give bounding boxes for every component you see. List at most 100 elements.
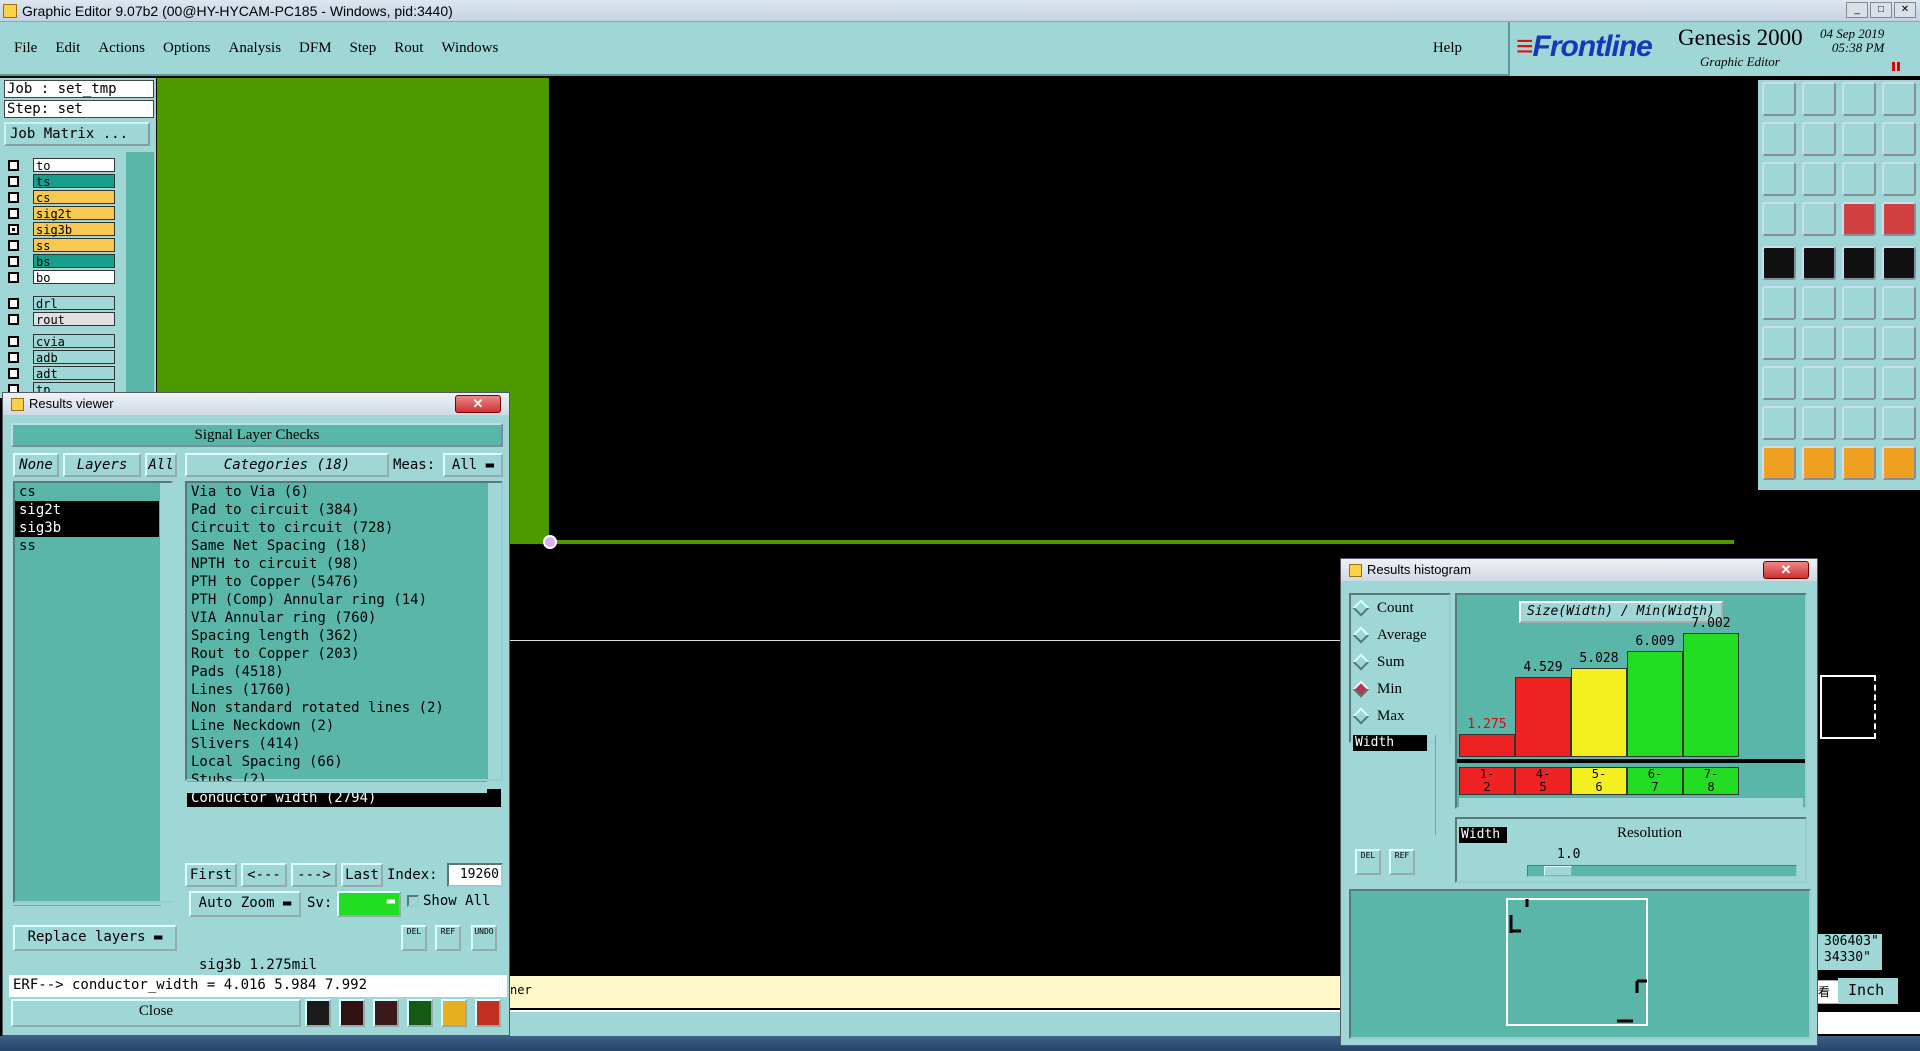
- sv-color-dropdown[interactable]: ▬: [337, 891, 401, 917]
- tool-icon[interactable]: [1842, 246, 1876, 280]
- layer-checkbox[interactable]: [8, 297, 19, 309]
- menu-options[interactable]: Options: [163, 40, 211, 57]
- close-button[interactable]: Close: [11, 999, 301, 1027]
- bin-label[interactable]: 5- 6: [1571, 767, 1627, 795]
- bin-label[interactable]: 6- 7: [1627, 767, 1683, 795]
- category-list-scrollbar[interactable]: [487, 483, 501, 779]
- tool-icon[interactable]: [1882, 326, 1916, 360]
- tool-icon[interactable]: [1762, 202, 1796, 236]
- tool-icon[interactable]: [1802, 82, 1836, 116]
- category-list[interactable]: Via to Via (6) Pad to circuit (384) Circui…: [185, 481, 503, 807]
- job-matrix-button[interactable]: Job Matrix ...: [4, 122, 150, 146]
- layer-row-ss[interactable]: ss: [8, 238, 115, 253]
- menu-step[interactable]: Step: [350, 40, 377, 57]
- menu-file[interactable]: File: [14, 40, 37, 57]
- tool-icon[interactable]: [1842, 82, 1876, 116]
- category-item[interactable]: Line Neckdown (2): [187, 717, 501, 735]
- tool-icon[interactable]: [1882, 366, 1916, 400]
- tool-icon[interactable]: [1762, 286, 1796, 320]
- next-button[interactable]: --->: [291, 863, 337, 887]
- tool-icon[interactable]: [1802, 202, 1836, 236]
- category-item[interactable]: NPTH to circuit (98): [187, 555, 501, 573]
- layer-row-drl[interactable]: drl: [8, 296, 115, 311]
- histogram-bar[interactable]: [1515, 677, 1571, 757]
- mode-radio-average[interactable]: Average: [1352, 624, 1427, 646]
- show-all-checkbox[interactable]: Show All: [407, 893, 490, 909]
- del-icon[interactable]: DEL: [1355, 849, 1381, 875]
- all-button[interactable]: All: [145, 453, 177, 477]
- category-item[interactable]: Circuit to circuit (728): [187, 519, 501, 537]
- tool-icon[interactable]: [1802, 122, 1836, 156]
- units-indicator[interactable]: Inch: [1838, 978, 1898, 1004]
- layer-name[interactable]: drl: [33, 296, 115, 311]
- menu-windows[interactable]: Windows: [441, 40, 498, 57]
- tool-icon[interactable]: [1842, 122, 1876, 156]
- mode-radio-count[interactable]: Count: [1352, 597, 1414, 619]
- histogram-bar[interactable]: [1571, 668, 1627, 757]
- histogram-hscroll[interactable]: [1459, 797, 1803, 809]
- tool-icon[interactable]: [1842, 326, 1876, 360]
- category-item[interactable]: VIA Annular ring (760): [187, 609, 501, 627]
- category-item[interactable]: Slivers (414): [187, 735, 501, 753]
- layer-name[interactable]: ts: [33, 174, 115, 189]
- layer-checkbox[interactable]: [8, 159, 19, 171]
- layer-list-hscroll[interactable]: [13, 905, 161, 917]
- category-item[interactable]: Non standard rotated lines (2): [187, 699, 501, 717]
- tool-icon[interactable]: [1882, 122, 1916, 156]
- tool-icon[interactable]: [1802, 326, 1836, 360]
- category-item[interactable]: Lines (1760): [187, 681, 501, 699]
- bin-label[interactable]: 4- 5: [1515, 767, 1571, 795]
- clear-icon[interactable]: [373, 999, 399, 1027]
- list-item[interactable]: sig2t: [15, 501, 171, 519]
- tool-icon[interactable]: [1882, 162, 1916, 196]
- layer-checkbox[interactable]: [8, 191, 19, 203]
- layer-row-adt[interactable]: adt: [8, 366, 115, 381]
- tool-icon[interactable]: [1882, 406, 1916, 440]
- category-list-hscroll[interactable]: [187, 781, 487, 793]
- tool-icon[interactable]: [1762, 246, 1796, 280]
- category-item[interactable]: Same Net Spacing (18): [187, 537, 501, 555]
- last-button[interactable]: Last: [341, 863, 383, 887]
- tool-icon[interactable]: [1882, 446, 1916, 480]
- layer-checkbox[interactable]: [8, 367, 19, 379]
- layer-checkbox[interactable]: [8, 351, 19, 363]
- slider-handle[interactable]: [1544, 866, 1572, 876]
- layer-row-sig3b[interactable]: sig3b: [8, 222, 115, 237]
- undo-icon[interactable]: UNDO: [471, 925, 497, 951]
- layer-checkbox[interactable]: [8, 335, 19, 347]
- layers-button[interactable]: Layers: [63, 453, 141, 477]
- histogram-bar[interactable]: [1627, 651, 1683, 757]
- tool-icon[interactable]: [1762, 366, 1796, 400]
- tool-icon[interactable]: [1842, 202, 1876, 236]
- tool-icon[interactable]: [1842, 406, 1876, 440]
- close-icon[interactable]: ✕: [455, 395, 501, 413]
- tool-icon[interactable]: [1802, 406, 1836, 440]
- menu-edit[interactable]: Edit: [55, 40, 80, 57]
- category-item[interactable]: Spacing length (362): [187, 627, 501, 645]
- layer-name[interactable]: bs: [33, 254, 115, 269]
- exit-icon[interactable]: [339, 999, 365, 1027]
- layer-name[interactable]: cs: [33, 190, 115, 205]
- layer-list-scrollbar[interactable]: [159, 483, 173, 901]
- tool-icon[interactable]: [1802, 446, 1836, 480]
- list-item[interactable]: sig3b: [15, 519, 171, 537]
- measure-list-scrollbar[interactable]: [1435, 735, 1449, 835]
- auto-zoom-dropdown[interactable]: Auto Zoom ▬: [189, 891, 301, 917]
- resolution-slider[interactable]: [1527, 865, 1797, 877]
- category-item[interactable]: Local Spacing (66): [187, 753, 501, 771]
- tool-icon[interactable]: [1882, 286, 1916, 320]
- layer-name[interactable]: sig2t: [33, 206, 115, 221]
- layer-name[interactable]: sig3b: [33, 222, 115, 237]
- ref-icon[interactable]: REF: [435, 925, 461, 951]
- meas-dropdown[interactable]: All ▬: [443, 453, 503, 477]
- layer-row-adb[interactable]: adb: [8, 350, 115, 365]
- none-button[interactable]: None: [13, 453, 59, 477]
- ref-icon[interactable]: REF: [1389, 849, 1415, 875]
- layer-checkbox[interactable]: [8, 239, 19, 251]
- layer-panel-scrollbar[interactable]: [126, 152, 154, 398]
- tool-icon[interactable]: [1802, 286, 1836, 320]
- tool-icon[interactable]: [1842, 446, 1876, 480]
- category-item[interactable]: Pad to circuit (384): [187, 501, 501, 519]
- menu-help[interactable]: Help: [1433, 40, 1462, 57]
- layer-checkbox[interactable]: [8, 223, 19, 235]
